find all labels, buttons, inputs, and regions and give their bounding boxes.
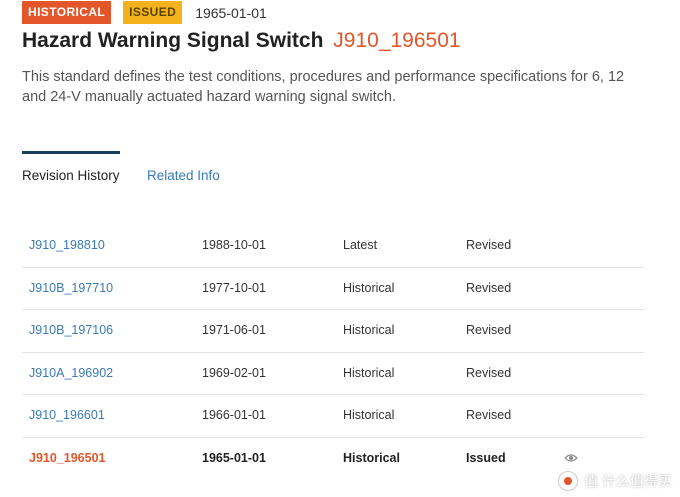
standard-code: J910_196501 xyxy=(333,29,461,52)
historical-badge: HISTORICAL xyxy=(22,1,112,24)
table-row: J910B_197710 1977-10-01 Historical Revis… xyxy=(22,268,644,311)
page-title: Hazard Warning Signal Switch J910_196501 xyxy=(22,29,461,53)
revision-code-link[interactable]: J910_196601 xyxy=(29,408,105,422)
revision-code-link[interactable]: J910_196501 xyxy=(29,451,105,465)
revision-status: Historical xyxy=(343,323,395,338)
standard-title: Hazard Warning Signal Switch xyxy=(22,29,324,52)
revision-code-link[interactable]: J910B_197106 xyxy=(29,323,113,337)
revision-type: Revised xyxy=(466,280,512,295)
tab-revision-history[interactable]: Revision History xyxy=(22,168,120,183)
revision-date: 1988-10-01 xyxy=(202,238,266,252)
revision-status: Historical xyxy=(343,450,400,465)
revision-status: Historical xyxy=(343,365,395,380)
revision-date: 1965-01-01 xyxy=(202,450,266,465)
eye-icon[interactable] xyxy=(564,452,578,466)
badge-group: HISTORICAL ISSUED 1965-01-01 xyxy=(22,1,267,24)
revision-code-link[interactable]: J910B_197710 xyxy=(29,281,113,295)
tab-related-info[interactable]: Related Info xyxy=(147,168,220,183)
watermark-text: 值 什么值得买 xyxy=(584,473,672,489)
table-row: J910B_197106 1971-06-01 Historical Revis… xyxy=(22,310,644,353)
revision-code-link[interactable]: J910_198810 xyxy=(29,238,105,252)
revision-status: Historical xyxy=(343,280,395,295)
revision-status: Latest xyxy=(343,238,378,252)
revision-type: Revised xyxy=(466,238,512,252)
revision-type: Revised xyxy=(466,408,512,423)
watermark: 值 什么值得买 xyxy=(558,471,672,491)
revision-status: Historical xyxy=(343,408,395,423)
revision-type: Revised xyxy=(466,365,512,380)
revision-date: 1969-02-01 xyxy=(202,365,266,380)
table-row: J910_196601 1966-01-01 Historical Revise… xyxy=(22,395,644,438)
watermark-logo-icon xyxy=(558,471,579,491)
revision-date: 1977-10-01 xyxy=(202,280,266,295)
table-row: J910_198810 1988-10-01 Latest Revised xyxy=(22,225,644,268)
revision-date: 1966-01-01 xyxy=(202,408,266,423)
issued-badge: ISSUED xyxy=(123,1,183,24)
standard-description: This standard defines the test condition… xyxy=(22,69,625,105)
publish-date: 1965-01-01 xyxy=(195,4,267,21)
revision-type: Revised xyxy=(466,323,512,338)
revision-type: Issued xyxy=(466,450,506,465)
table-row-current: J910_196501 1965-01-01 Historical Issued xyxy=(22,438,644,480)
active-tab-indicator xyxy=(22,151,120,154)
revision-code-link[interactable]: J910A_196902 xyxy=(29,366,113,380)
revision-table: J910_198810 1988-10-01 Latest Revised J9… xyxy=(22,225,644,480)
revision-date: 1971-06-01 xyxy=(202,323,266,338)
table-row: J910A_196902 1969-02-01 Historical Revis… xyxy=(22,353,644,396)
